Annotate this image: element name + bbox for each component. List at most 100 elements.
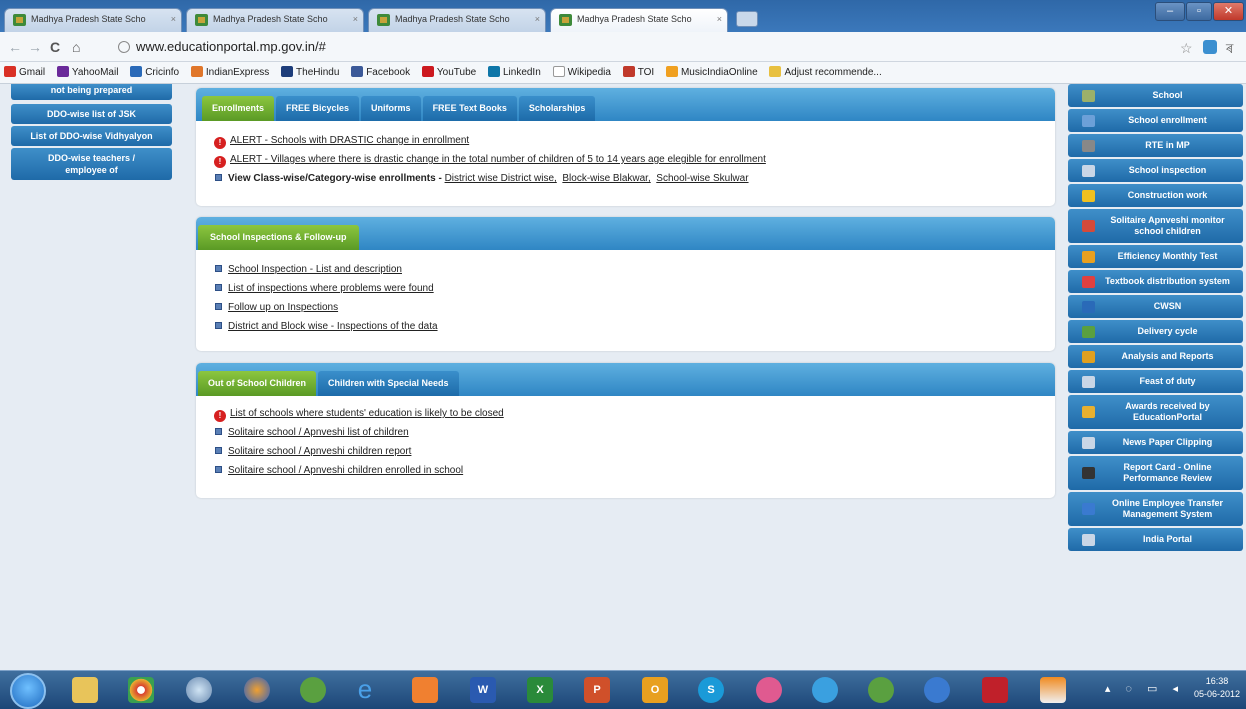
school-wise-link[interactable]: School-wise Skulwar [656,173,748,184]
minimize-icon[interactable]: – [1155,2,1185,21]
right-nav-item[interactable]: Online Employee Transfer Management Syst… [1068,492,1243,526]
browser-tab-active[interactable]: Madhya Pradesh State Scho × [550,8,728,33]
browser-tab[interactable]: Madhya Pradesh State Scho × [186,8,364,32]
start-button[interactable] [10,673,46,709]
right-nav-item[interactable]: CWSN [1068,295,1243,318]
inspection-link[interactable]: School Inspection - List and description [228,264,402,275]
firefox-icon[interactable] [244,677,270,703]
acrobat-icon[interactable] [982,677,1008,703]
left-nav-item[interactable]: DDO-wise list of JSK [11,104,172,124]
back-icon[interactable]: ← [8,39,22,55]
bookmark-linkedin[interactable]: LinkedIn [487,66,541,78]
media-icon[interactable] [300,677,326,703]
bookmark-musicindiaonline[interactable]: MusicIndiaOnline [665,66,758,78]
bookmark-facebook[interactable]: Facebook [351,66,410,78]
left-nav-item[interactable]: DDO-wise teachers / employee of [11,148,172,180]
bookmark-youtube[interactable]: YouTube [421,66,476,78]
restore-icon[interactable]: ▫ [1186,2,1212,21]
powerpoint-icon[interactable]: P [584,677,610,703]
close-tab-icon[interactable]: × [171,14,176,24]
clock[interactable]: 16:38 05-06-2012 [1194,675,1240,701]
right-nav-item[interactable]: School inspection [1068,159,1243,182]
bookmark-cricinfo[interactable]: Cricinfo [130,66,179,78]
windows-taskbar: e W X P O S ▴ ◌ ▭ ◂ 16:38 05-06-2012 [0,670,1246,709]
address-bar[interactable]: www.educationportal.mp.gov.in/# [112,37,1162,57]
alert-link[interactable]: ALERT - Villages where there is drastic … [230,154,766,165]
itunes-icon[interactable] [924,677,950,703]
alert-link[interactable]: List of schools where students' educatio… [230,408,504,419]
new-tab-button[interactable] [736,11,758,27]
students-icon [1082,114,1095,127]
close-tab-icon[interactable]: × [535,14,540,24]
right-nav-item[interactable]: News Paper Clipping [1068,431,1243,454]
tab-special-needs[interactable]: Children with Special Needs [318,371,459,396]
right-nav-item[interactable]: School enrollment [1068,109,1243,132]
browser-tab[interactable]: Madhya Pradesh State Scho × [368,8,546,32]
bookmark-wikipedia[interactable]: Wikipedia [552,66,611,78]
inspection-link[interactable]: District and Block wise - Inspections of… [228,321,438,332]
explorer-icon[interactable] [72,677,98,703]
reload-icon[interactable]: C [50,39,60,55]
left-nav-item[interactable]: List of DDO-wise Vidhyalyon [11,126,172,146]
helmet-icon [1082,189,1095,202]
right-nav-item[interactable]: Solitaire Apnveshi monitor school childr… [1068,209,1243,243]
tab-enrollments[interactable]: Enrollments [202,96,275,121]
outlook-icon[interactable]: O [642,677,668,703]
tab-out-of-school[interactable]: Out of School Children [198,371,316,396]
books-icon [1082,275,1095,288]
block-wise-link[interactable]: Block-wise Blakwar, [562,173,650,184]
children-link[interactable]: Solitaire school / Apnveshi list of chil… [228,427,409,438]
url-text: www.educationportal.mp.gov.in/# [136,39,326,54]
right-nav-item[interactable]: Textbook distribution system [1068,270,1243,293]
right-nav-item[interactable]: Construction work [1068,184,1243,207]
excel-icon[interactable]: X [527,677,553,703]
tab-free-bicycles[interactable]: FREE Bicycles [276,96,360,121]
close-window-icon[interactable]: ✕ [1213,2,1244,21]
alert-link[interactable]: ALERT - Schools with DRASTIC change in e… [230,135,469,146]
star-icon[interactable]: ☆ [1180,40,1194,56]
right-nav-item[interactable]: Efficiency Monthly Test [1068,245,1243,268]
tab-school-inspections[interactable]: School Inspections & Follow-up [198,225,359,250]
inspection-link[interactable]: List of inspections where problems were … [228,283,434,294]
right-nav-item[interactable]: School [1068,84,1243,107]
right-nav-item[interactable]: India Portal [1068,528,1243,551]
bookmark-yahoomail[interactable]: YahooMail [56,66,118,78]
close-tab-icon[interactable]: × [353,14,358,24]
talk-icon[interactable] [756,677,782,703]
messenger-icon[interactable] [812,677,838,703]
wrench-icon[interactable]: ৰ [1226,40,1240,56]
right-nav-item[interactable]: RTE in MP [1068,134,1243,157]
extension-icon[interactable] [1203,40,1217,54]
bookmark-indianexpress[interactable]: IndianExpress [190,66,269,78]
tab-scholarships[interactable]: Scholarships [518,96,596,121]
internet-explorer-icon[interactable]: e [352,676,378,703]
right-nav-item[interactable]: Awards received by EducationPortal [1068,395,1243,429]
browser-tab[interactable]: Madhya Pradesh State Scho × [4,8,182,32]
bookmark-adjust[interactable]: Adjust recommende... [769,66,882,78]
skype-icon[interactable]: S [698,677,724,703]
system-tray-icons[interactable]: ▴ ◌ ▭ ◂ [1105,682,1184,695]
chrome-icon[interactable] [128,677,154,703]
bookmark-toi[interactable]: TOI [622,66,654,78]
right-nav-item[interactable]: Feast of duty [1068,370,1243,393]
tab-free-text-books[interactable]: FREE Text Books [422,96,517,121]
district-wise-link[interactable]: District wise District wise, [445,173,557,184]
bookmark-gmail[interactable]: Gmail [4,66,45,78]
left-nav-item[interactable]: not being prepared [11,84,172,100]
right-nav-item[interactable]: Analysis and Reports [1068,345,1243,368]
children-link[interactable]: Solitaire school / Apnveshi children rep… [228,446,411,457]
inspection-link[interactable]: Follow up on Inspections [228,302,338,313]
close-tab-icon[interactable]: × [717,14,722,24]
vlc-icon[interactable] [1040,677,1066,703]
word-icon[interactable]: W [470,677,496,703]
tab-uniforms[interactable]: Uniforms [361,96,421,121]
forward-icon[interactable]: → [28,39,42,55]
bookmark-thehindu[interactable]: TheHindu [281,66,339,78]
home-icon[interactable]: ⌂ [72,39,80,55]
right-nav-item[interactable]: Delivery cycle [1068,320,1243,343]
children-link[interactable]: Solitaire school / Apnveshi children enr… [228,465,463,476]
right-nav-item[interactable]: Report Card - Online Performance Review [1068,456,1243,490]
network-icon[interactable] [186,677,212,703]
media-center-icon[interactable] [868,677,894,703]
media-player-icon[interactable] [412,677,438,703]
